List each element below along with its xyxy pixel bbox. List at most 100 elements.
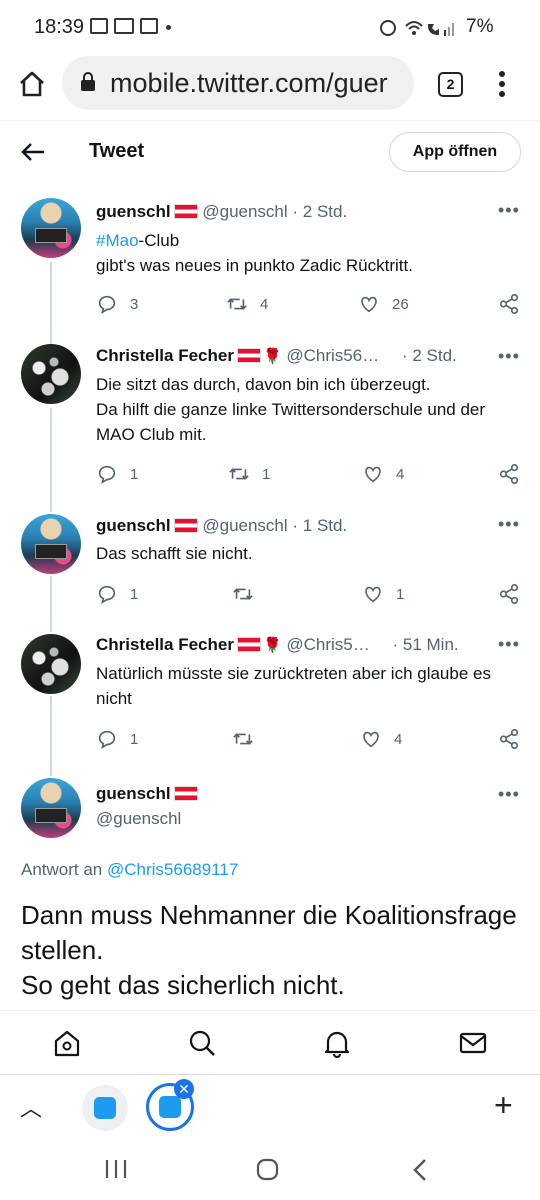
tab-twitter-1[interactable] xyxy=(82,1085,128,1131)
retweet-button[interactable]: 1 xyxy=(228,462,270,486)
share-icon xyxy=(499,729,519,749)
share-button[interactable] xyxy=(498,582,520,606)
new-tab-icon[interactable]: + xyxy=(494,1087,513,1124)
twitter-icon xyxy=(94,1097,116,1119)
retweet-button[interactable] xyxy=(232,727,266,751)
notifications-bell-icon[interactable] xyxy=(322,1028,352,1058)
news-icon xyxy=(140,18,158,34)
twitter-icon xyxy=(159,1096,181,1118)
address-bar[interactable]: mobile.twitter.com/guer xyxy=(62,56,414,110)
tweet-actions: 1 1 xyxy=(96,582,526,606)
tweet-author[interactable]: Christella Fecher 🌹 @Chris5… · 51 Min. xyxy=(96,635,459,655)
tweet-actions: 1 4 xyxy=(96,727,526,751)
avatar[interactable] xyxy=(21,344,81,404)
reply-icon xyxy=(98,465,116,484)
close-tab-icon[interactable]: ✕ xyxy=(174,1079,194,1099)
austria-flag-icon xyxy=(236,348,261,363)
tweet-actions: 1 1 4 xyxy=(96,462,526,486)
reply-button[interactable]: 1 xyxy=(96,462,138,486)
austria-flag-icon xyxy=(173,786,198,801)
like-button[interactable]: 4 xyxy=(362,462,404,486)
avatar[interactable] xyxy=(21,634,81,694)
twitter-bottom-nav xyxy=(0,1010,540,1074)
retweet-button[interactable] xyxy=(232,582,266,606)
reply-button[interactable]: 3 xyxy=(96,292,138,316)
open-app-button[interactable]: App öffnen xyxy=(389,132,521,172)
avatar[interactable] xyxy=(21,514,81,574)
reply-button[interactable]: 1 xyxy=(96,582,138,606)
notification-dot-icon xyxy=(166,25,171,30)
share-button[interactable] xyxy=(498,462,520,486)
thread-line xyxy=(50,696,52,776)
reply-icon xyxy=(98,295,116,314)
tweet-author[interactable]: guenschl xyxy=(96,784,198,804)
thread-line xyxy=(50,576,52,632)
austria-flag-icon xyxy=(173,204,198,219)
home-button-icon[interactable] xyxy=(255,1157,281,1183)
tweet-handle[interactable]: @guenschl xyxy=(96,809,181,829)
status-icons xyxy=(380,20,454,36)
recent-apps-icon[interactable] xyxy=(104,1158,130,1180)
lock-icon xyxy=(81,72,95,91)
reply-icon xyxy=(98,730,116,749)
hashtag-link[interactable]: #Mao xyxy=(96,231,139,250)
thread-line xyxy=(50,262,52,344)
share-button[interactable] xyxy=(498,292,520,316)
more-options-icon[interactable]: ••• xyxy=(498,346,520,367)
thread-line xyxy=(50,408,52,512)
share-button[interactable] xyxy=(498,727,520,751)
tab-switcher-button[interactable]: 2 xyxy=(438,72,463,97)
outlook-icon xyxy=(114,18,134,34)
retweet-icon xyxy=(233,733,253,745)
heart-icon xyxy=(365,466,381,483)
austria-flag-icon xyxy=(173,518,198,533)
android-nav-bar xyxy=(0,1138,540,1200)
reply-icon xyxy=(98,585,116,604)
chevron-up-icon[interactable]: ︿ xyxy=(20,1091,42,1123)
back-icon[interactable] xyxy=(410,1158,430,1182)
retweet-button[interactable]: 4 xyxy=(226,292,268,316)
browser-tab-strip: ︿ ✕ + xyxy=(0,1074,540,1138)
heart-icon xyxy=(363,731,379,748)
reply-to-link[interactable]: @Chris56689117 xyxy=(107,860,238,879)
rose-icon: 🌹 xyxy=(262,637,282,654)
tweet-author[interactable]: Christella Fecher 🌹 @Chris56… · 2 Std. xyxy=(96,346,457,366)
reply-button[interactable]: 1 xyxy=(96,727,138,751)
home-icon[interactable] xyxy=(18,70,46,98)
search-icon[interactable] xyxy=(187,1028,217,1058)
page-header: Tweet App öffnen xyxy=(0,120,540,182)
tweet-author[interactable]: guenschl @guenschl · 1 Std. xyxy=(96,516,347,536)
more-vert-icon[interactable] xyxy=(496,70,508,98)
gallery-icon xyxy=(90,18,108,34)
rose-icon: 🌹 xyxy=(262,348,282,365)
heart-icon xyxy=(365,586,381,603)
tweet-actions: 3 4 26 xyxy=(96,292,526,316)
tweet-text: Das schafft sie nicht. xyxy=(96,544,253,563)
back-arrow-icon[interactable] xyxy=(20,141,46,163)
avatar[interactable] xyxy=(21,778,81,838)
retweet-icon xyxy=(233,588,253,600)
heart-icon xyxy=(361,296,377,313)
tweet-text: Natürlich müsste sie zurücktreten aber i… xyxy=(96,664,491,708)
home-icon[interactable] xyxy=(52,1028,82,1058)
more-options-icon[interactable]: ••• xyxy=(498,514,520,535)
page-title: Tweet xyxy=(89,140,145,162)
reply-context: Antwort an @Chris56689117 xyxy=(21,860,239,879)
tweet-text: Die sitzt das durch, davon bin ich überz… xyxy=(96,375,486,444)
tweet-author[interactable]: guenschl @guenschl · 2 Std. xyxy=(96,202,347,222)
more-options-icon[interactable]: ••• xyxy=(498,784,520,805)
status-time: 18:39 xyxy=(34,16,85,38)
retweet-icon xyxy=(229,468,249,480)
url-text: mobile.twitter.com/guer xyxy=(110,68,388,98)
avatar[interactable] xyxy=(21,198,81,258)
retweet-icon xyxy=(227,298,247,310)
main-tweet-text: Dann muss Nehmanner die Koalitionsfrage … xyxy=(21,900,517,1000)
messages-mail-icon[interactable] xyxy=(458,1028,488,1058)
more-options-icon[interactable]: ••• xyxy=(498,634,520,655)
like-button[interactable]: 1 xyxy=(362,582,404,606)
like-button[interactable]: 4 xyxy=(360,727,402,751)
more-options-icon[interactable]: ••• xyxy=(498,200,520,221)
share-icon xyxy=(499,584,519,604)
like-button[interactable]: 26 xyxy=(358,292,409,316)
share-icon xyxy=(499,294,519,314)
